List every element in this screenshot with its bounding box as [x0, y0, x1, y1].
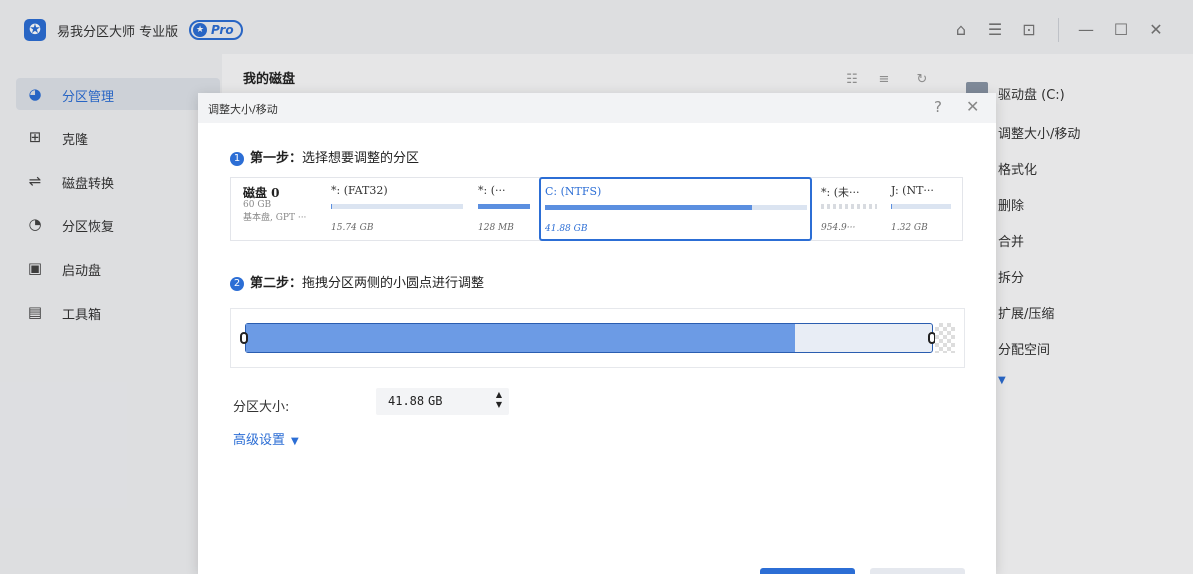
partition-label: C: (NTFS) — [545, 185, 602, 198]
step-1: 1 第一步：选择想要调整的分区 — [230, 147, 419, 166]
step-text: 选择想要调整的分区 — [302, 151, 420, 166]
size-stepper[interactable]: ▲ ▼ — [493, 390, 505, 413]
partition-size: 954.9··· — [821, 223, 856, 233]
step-label: 第二步： — [250, 276, 303, 291]
partition-label: J: (NT··· — [891, 184, 934, 197]
stepper-up-icon[interactable]: ▲ — [493, 390, 505, 400]
advanced-settings-label: 高级设置 — [233, 433, 286, 448]
partition-c-ntfs[interactable]: C: (NTFS) 41.88 GB — [539, 177, 812, 241]
partition-usage-bar — [545, 205, 807, 210]
partition-resize-bar[interactable] — [245, 323, 933, 353]
resize-move-dialog: 调整大小/移动 ? ✕ 1 第一步：选择想要调整的分区 磁盘 0 60 GB 基本… — [198, 93, 996, 574]
partition-usage-fill — [891, 204, 893, 209]
partition-usage-bar — [331, 204, 463, 209]
stepper-down-icon[interactable]: ▼ — [493, 400, 505, 410]
step-2: 2 第二步：拖拽分区两侧的小圆点进行调整 — [230, 272, 484, 291]
partition-fat32[interactable]: *: (FAT32) 15.74 GB — [331, 178, 465, 240]
disk-size: 60 GB — [243, 200, 272, 210]
unallocated-space — [935, 323, 955, 353]
partition-usage-fill — [545, 205, 752, 210]
disk-type: 基本盘, GPT ··· — [243, 213, 307, 223]
partition-usage-bar — [821, 204, 877, 209]
partition-size-label: 分区大小: — [233, 400, 290, 415]
chevron-down-icon: ▼ — [291, 436, 299, 447]
step-number: 1 — [230, 152, 244, 166]
partition-size-value: 41.88 — [388, 394, 425, 408]
partition-unallocated[interactable]: *: (未··· 954.9··· — [821, 178, 881, 240]
partition-size: 15.74 GB — [331, 223, 374, 233]
dialog-close-icon[interactable]: ✕ — [966, 97, 979, 116]
resize-area — [230, 308, 965, 368]
partition-msr[interactable]: *: (··· 128 MB — [478, 178, 532, 240]
dialog-header: 调整大小/移动 ? ✕ — [198, 93, 996, 123]
disk-partition-map: 磁盘 0 60 GB 基本盘, GPT ··· *: (FAT32) 15.74… — [230, 177, 963, 241]
partition-j-ntfs[interactable]: J: (NT··· 1.32 GB — [891, 178, 953, 240]
cancel-button[interactable] — [870, 568, 965, 574]
step-number: 2 — [230, 277, 244, 291]
partition-label: *: (FAT32) — [331, 184, 388, 197]
step-text: 拖拽分区两侧的小圆点进行调整 — [302, 276, 485, 291]
confirm-button[interactable] — [760, 568, 855, 574]
advanced-settings-toggle[interactable]: 高级设置 ▼ — [233, 429, 299, 448]
partition-usage-fill — [331, 204, 333, 209]
partition-size-unit: GB — [428, 394, 443, 408]
dialog-title: 调整大小/移动 — [208, 103, 278, 116]
partition-size-input[interactable]: 41.88 GB ▲ ▼ — [376, 388, 509, 415]
partition-label: *: (··· — [478, 184, 506, 197]
partition-usage-bar — [478, 204, 530, 209]
partition-size: 41.88 GB — [545, 224, 588, 234]
partition-size: 1.32 GB — [891, 223, 928, 233]
partition-size: 128 MB — [478, 223, 514, 233]
partition-label: *: (未··· — [821, 186, 860, 199]
partition-usage-bar — [891, 204, 951, 209]
left-resize-handle[interactable] — [240, 332, 248, 344]
partition-used-fill — [246, 324, 795, 352]
disk-name: 磁盘 0 — [243, 186, 280, 200]
step-label: 第一步： — [250, 151, 303, 166]
partition-usage-fill — [478, 204, 530, 209]
help-icon[interactable]: ? — [934, 98, 942, 116]
